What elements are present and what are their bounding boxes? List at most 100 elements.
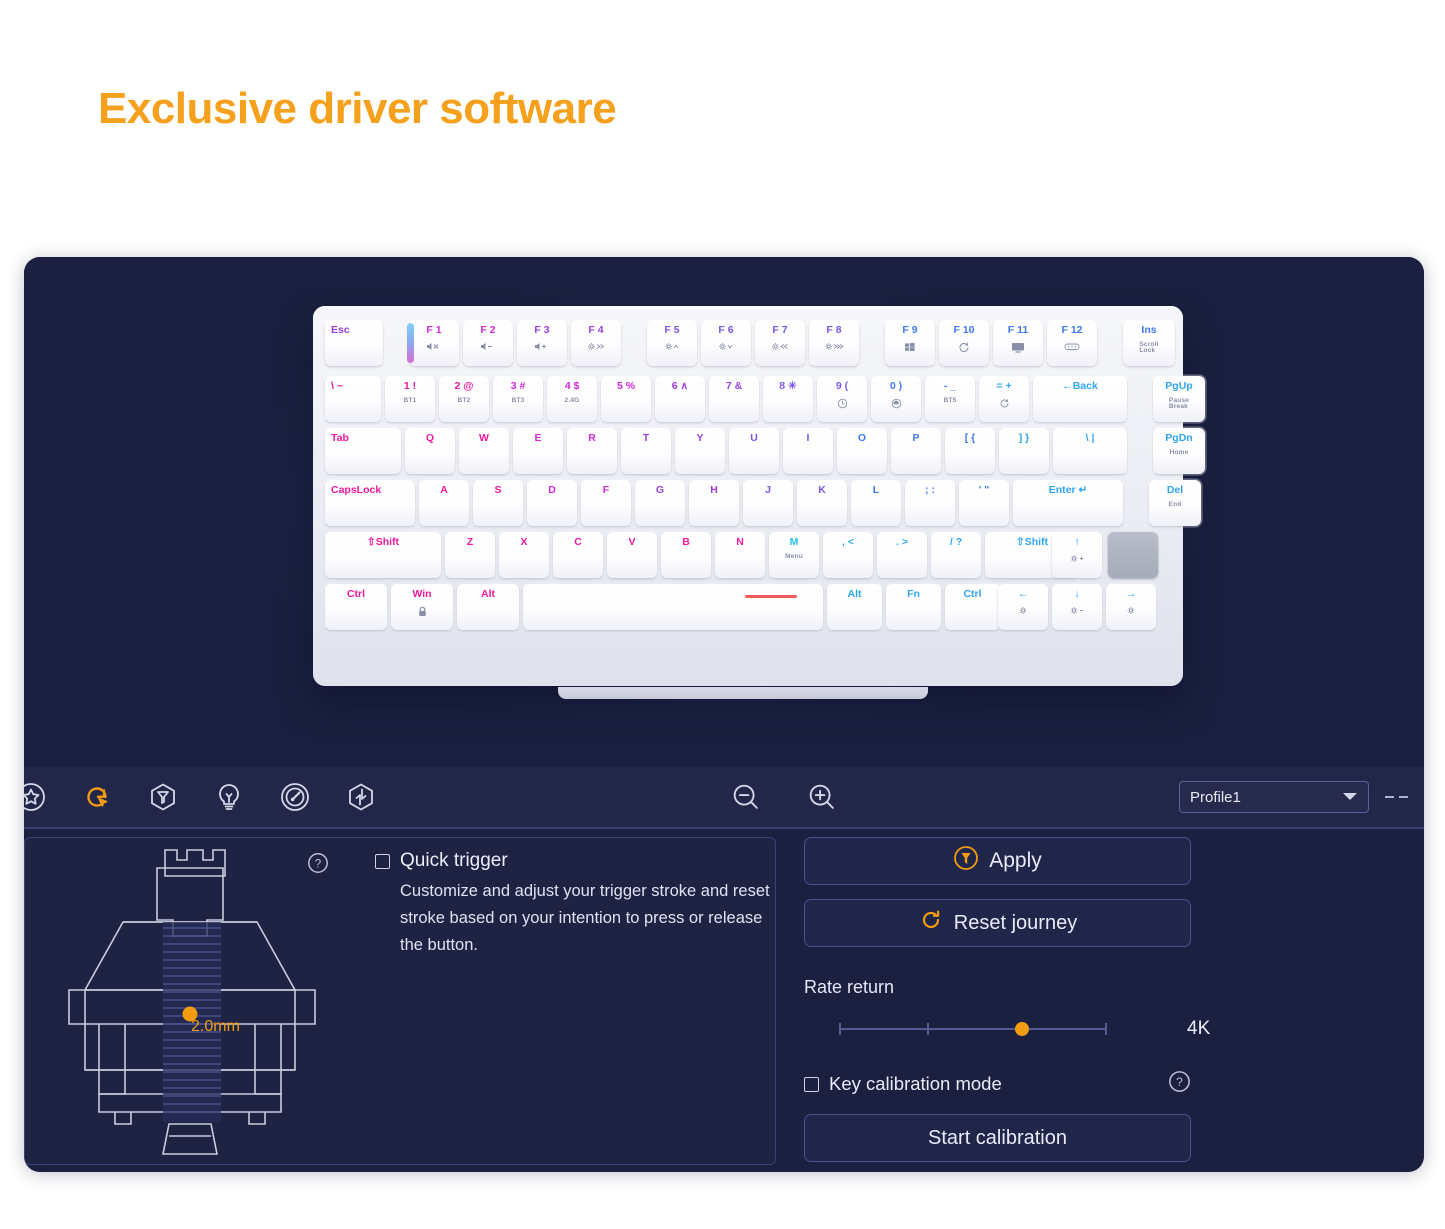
key-f[interactable]: F — [577, 476, 635, 530]
key-7[interactable]: 7 & — [705, 372, 763, 426]
key-c[interactable]: C — [549, 528, 607, 582]
key-f6[interactable]: F 6 — [697, 316, 755, 370]
key-q[interactable]: Q — [401, 424, 459, 478]
key-[interactable]: \ | — [1049, 424, 1131, 478]
window-controls[interactable] — [1385, 796, 1408, 798]
key-win[interactable]: Win — [387, 580, 457, 634]
key-capslock[interactable]: CapsLock — [321, 476, 419, 530]
key-[interactable]: , < — [819, 528, 877, 582]
key-w[interactable]: W — [455, 424, 513, 478]
star-badge-icon[interactable] — [24, 780, 48, 814]
key-back[interactable]: ←Back — [1029, 372, 1131, 426]
key-n[interactable]: N — [711, 528, 769, 582]
key-o[interactable]: O — [833, 424, 891, 478]
key-calibration-row[interactable]: Key calibration mode ? — [804, 1070, 1191, 1098]
key-f4[interactable]: F 4 — [567, 316, 625, 370]
hex-filter-icon[interactable] — [146, 780, 180, 814]
start-calibration-button[interactable]: Start calibration — [804, 1114, 1191, 1162]
key-1[interactable]: 1 ! BT1 — [381, 372, 439, 426]
key-f9[interactable]: F 9 — [881, 316, 939, 370]
key-tab[interactable]: Tab — [321, 424, 405, 478]
key-fn[interactable]: Fn — [882, 580, 945, 634]
key-[interactable]: ← — [994, 580, 1052, 634]
key-f7[interactable]: F 7 — [751, 316, 809, 370]
key-[interactable]: - _ BT5 — [921, 372, 979, 426]
key-ins[interactable]: Ins Scroll Lock — [1119, 316, 1179, 370]
zoom-out-icon[interactable] — [729, 780, 763, 814]
key-f2[interactable]: F 2 — [459, 316, 517, 370]
key-[interactable]: . > — [873, 528, 931, 582]
reset-journey-button[interactable]: Reset journey — [804, 899, 1191, 947]
quick-trigger-checkbox[interactable] — [375, 853, 390, 869]
key-x[interactable]: X — [495, 528, 553, 582]
profile-select[interactable]: Profile1 — [1179, 781, 1369, 813]
quick-trigger-help-icon[interactable]: ? — [307, 852, 329, 874]
key-f12[interactable]: F 12 — [1043, 316, 1101, 370]
key-esc[interactable]: Esc — [321, 316, 387, 370]
key-f11[interactable]: F 11 — [989, 316, 1047, 370]
lightbulb-icon[interactable] — [212, 780, 246, 814]
hex-arrows-icon[interactable] — [344, 780, 378, 814]
key-i[interactable]: I — [779, 424, 837, 478]
key-b[interactable]: B — [657, 528, 715, 582]
key-f3[interactable]: F 3 — [513, 316, 571, 370]
key-[interactable]: ↑ — [1048, 528, 1106, 582]
key-calibration-checkbox[interactable] — [804, 1076, 819, 1092]
key-h[interactable]: H — [685, 476, 743, 530]
key-pgup[interactable]: PgUp Pause Break — [1149, 372, 1209, 426]
key-6[interactable]: 6 ∧ — [651, 372, 709, 426]
key-alt[interactable]: Alt — [453, 580, 523, 634]
key-f10[interactable]: F 10 — [935, 316, 993, 370]
key-l[interactable]: L — [847, 476, 905, 530]
key-s[interactable]: S — [469, 476, 527, 530]
key-g[interactable]: G — [631, 476, 689, 530]
key-[interactable]: → — [1102, 580, 1160, 634]
key-[interactable]: ] } — [995, 424, 1053, 478]
key-0[interactable]: 0 ) — [867, 372, 925, 426]
key-enter[interactable]: Enter ↵ — [1009, 476, 1127, 530]
quick-trigger-row[interactable]: Quick trigger — [375, 850, 775, 872]
key-a[interactable]: A — [415, 476, 473, 530]
key-del[interactable]: Del End — [1145, 476, 1205, 530]
key-f8[interactable]: F 8 — [805, 316, 863, 370]
keyboard-render[interactable]: Esc F 1F 2F 3F 4 F 5F 6F 7F 8 F 9F 10 F 11 F … — [313, 306, 1209, 699]
blank-key[interactable] — [1108, 532, 1158, 578]
key-t[interactable]: T — [617, 424, 675, 478]
key-[interactable]: [ { — [941, 424, 999, 478]
key-5[interactable]: 5 % — [597, 372, 655, 426]
cursor-rotate-icon[interactable] — [80, 780, 114, 814]
key-e[interactable]: E — [509, 424, 567, 478]
key-space[interactable] — [519, 580, 827, 634]
gauge-circle-icon[interactable] — [278, 780, 312, 814]
key-f1[interactable]: F 1 — [405, 316, 463, 370]
key-[interactable]: ; : — [901, 476, 959, 530]
key-m[interactable]: M Menu — [765, 528, 823, 582]
key-z[interactable]: Z — [441, 528, 499, 582]
key-f5[interactable]: F 5 — [643, 316, 701, 370]
key-[interactable]: ' " — [955, 476, 1013, 530]
key-v[interactable]: V — [603, 528, 661, 582]
key-d[interactable]: D — [523, 476, 581, 530]
key-calibration-help-icon[interactable]: ? — [1168, 1070, 1191, 1098]
key-k[interactable]: K — [793, 476, 851, 530]
key-[interactable]: \ ~ — [321, 372, 385, 426]
key-[interactable]: = + — [975, 372, 1033, 426]
key-pgdn[interactable]: PgDn Home — [1149, 424, 1209, 478]
key-8[interactable]: 8 ✳ — [759, 372, 817, 426]
key-4[interactable]: 4 $ 2.4G — [543, 372, 601, 426]
key-2[interactable]: 2 @ BT2 — [435, 372, 493, 426]
key-p[interactable]: P — [887, 424, 945, 478]
slider-thumb[interactable] — [1015, 1022, 1029, 1036]
apply-button[interactable]: Apply — [804, 837, 1191, 885]
key-[interactable]: ↓ — [1048, 580, 1106, 634]
rate-return-slider[interactable] — [839, 1022, 1107, 1036]
key-y[interactable]: Y — [671, 424, 729, 478]
key-[interactable]: / ? — [927, 528, 985, 582]
key-alt[interactable]: Alt — [823, 580, 886, 634]
key-j[interactable]: J — [739, 476, 797, 530]
key-9[interactable]: 9 ( — [813, 372, 871, 426]
key-shift[interactable]: ⇧Shift — [321, 528, 445, 582]
key-u[interactable]: U — [725, 424, 783, 478]
key-r[interactable]: R — [563, 424, 621, 478]
key-ctrl[interactable]: Ctrl — [321, 580, 391, 634]
